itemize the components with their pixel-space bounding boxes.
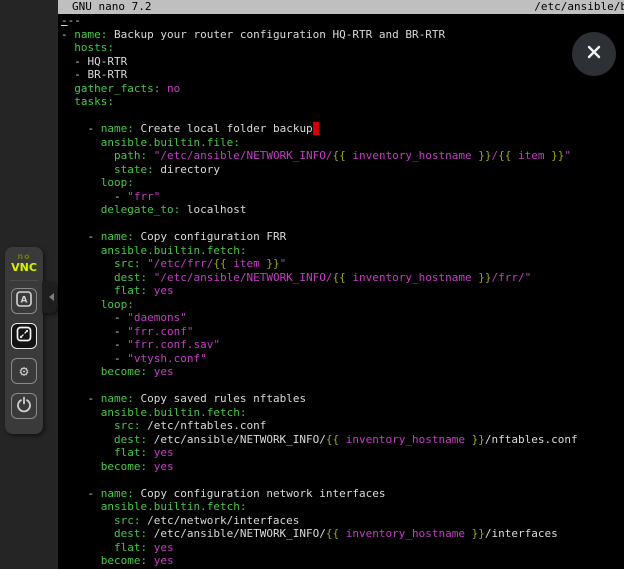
- code-line: hosts:: [61, 41, 624, 55]
- code-line: loop:: [61, 298, 624, 312]
- code-line: state: directory: [61, 163, 624, 177]
- close-icon: [584, 42, 604, 66]
- code-line: dest: "/etc/ansible/NETWORK_INFO/{{ inve…: [61, 271, 624, 285]
- code-line: ansible.builtin.fetch:: [61, 244, 624, 258]
- code-line: dest: /etc/ansible/NETWORK_INFO/{{ inven…: [61, 433, 624, 447]
- close-button[interactable]: [572, 32, 616, 76]
- nano-version-label: GNU nano 7.2: [72, 0, 151, 14]
- code-line: become: yes: [61, 365, 624, 379]
- code-line: src: /etc/nftables.conf: [61, 419, 624, 433]
- svg-text:A: A: [21, 296, 28, 306]
- code-line: - name: Copy saved rules nftables: [61, 392, 624, 406]
- code-line: ansible.builtin.fetch:: [61, 500, 624, 514]
- code-line: - name: Backup your router configuration…: [61, 28, 624, 42]
- novnc-logo-top: no: [11, 252, 37, 261]
- code-line: ---: [61, 14, 624, 28]
- code-line: - name: Copy configuration network inter…: [61, 487, 624, 501]
- code-line: - "frr": [61, 190, 624, 204]
- file-path-label: /etc/ansible/b: [534, 0, 624, 14]
- a-key-icon: A: [15, 290, 33, 312]
- code-line: become: yes: [61, 554, 624, 568]
- toolbar-separator: [10, 280, 38, 281]
- code-line: path: "/etc/ansible/NETWORK_INFO/{{ inve…: [61, 149, 624, 163]
- novnc-toolbar: no VNC A ⚙: [5, 247, 43, 434]
- novnc-logo-bottom: VNC: [11, 261, 37, 274]
- code-line: - BR-RTR: [61, 68, 624, 82]
- code-line: [61, 473, 624, 487]
- code-line: - name: Create local folder backup: [61, 122, 624, 136]
- code-line: src: "/etc/frr/{{ item }}": [61, 257, 624, 271]
- vnc-viewport: GNU nano 7.2 /etc/ansible/b ---- name: B…: [0, 0, 624, 569]
- extra-keys-button[interactable]: A: [11, 288, 37, 314]
- toolbar-handle[interactable]: [42, 281, 57, 313]
- code-line: [61, 217, 624, 231]
- code-line: - HQ-RTR: [61, 55, 624, 69]
- code-line: delegate_to: localhost: [61, 203, 624, 217]
- editor-content[interactable]: ---- name: Backup your router configurat…: [58, 14, 624, 569]
- code-line: - "daemons": [61, 311, 624, 325]
- code-line: - "frr.conf.sav": [61, 338, 624, 352]
- terminal[interactable]: GNU nano 7.2 /etc/ansible/b ---- name: B…: [58, 0, 624, 569]
- collapse-left-icon: [49, 293, 54, 301]
- code-line: - name: Copy configuration FRR: [61, 230, 624, 244]
- power-button[interactable]: [11, 393, 37, 419]
- code-line: flat: yes: [61, 446, 624, 460]
- novnc-logo: no VNC: [11, 252, 37, 274]
- settings-button[interactable]: ⚙: [11, 358, 37, 384]
- gear-icon: ⚙: [19, 364, 28, 379]
- nano-titlebar: GNU nano 7.2 /etc/ansible/b: [58, 0, 624, 14]
- code-line: [61, 109, 624, 123]
- code-line: [61, 379, 624, 393]
- code-line: tasks:: [61, 95, 624, 109]
- code-line: - "vtysh.conf": [61, 352, 624, 366]
- code-line: dest: /etc/ansible/NETWORK_INFO/{{ inven…: [61, 527, 624, 541]
- code-line: flat: yes: [61, 541, 624, 555]
- code-line: gather_facts: no: [61, 82, 624, 96]
- fullscreen-button[interactable]: [11, 323, 37, 349]
- code-line: flat: yes: [61, 284, 624, 298]
- code-line: become: yes: [61, 460, 624, 474]
- code-line: - "frr.conf": [61, 325, 624, 339]
- code-line: src: /etc/network/interfaces: [61, 514, 624, 528]
- power-icon: [15, 395, 33, 417]
- code-line: ansible.builtin.file:: [61, 136, 624, 150]
- code-line: ansible.builtin.fetch:: [61, 406, 624, 420]
- code-line: loop:: [61, 176, 624, 190]
- fullscreen-icon: [15, 325, 33, 347]
